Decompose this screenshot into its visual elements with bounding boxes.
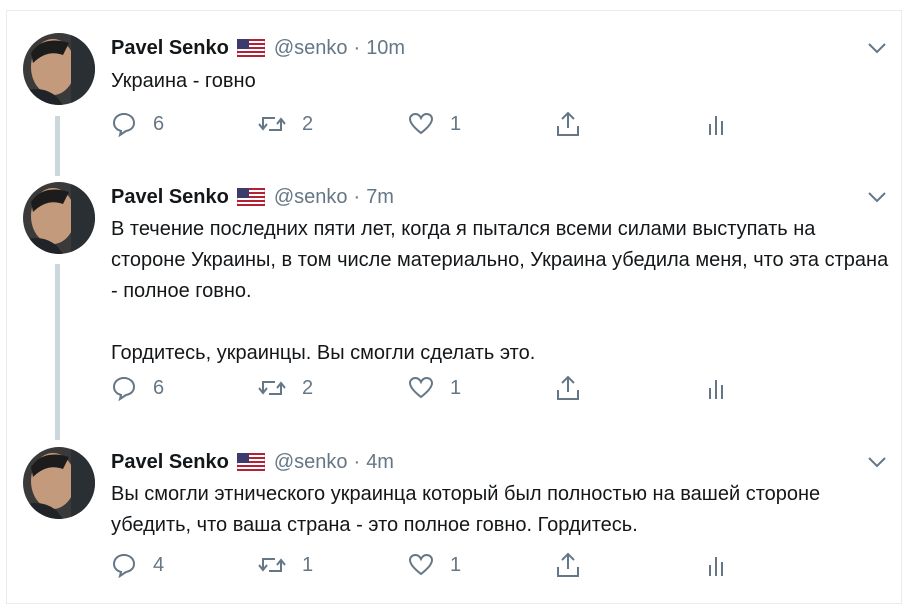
- separator: ·: [353, 185, 361, 208]
- tweet-paragraph: Вы смогли этнического украинца который б…: [111, 483, 826, 536]
- analytics-icon: [709, 116, 723, 135]
- author-handle[interactable]: @senko: [274, 451, 348, 474]
- like-count: 1: [450, 376, 462, 399]
- us-flag-icon: [236, 38, 266, 58]
- retweet-count: 2: [302, 112, 314, 135]
- analytics-button[interactable]: [707, 109, 727, 139]
- share-button[interactable]: [554, 550, 582, 580]
- share-icon: [557, 552, 579, 577]
- avatar[interactable]: [23, 33, 95, 105]
- chevron-down-icon[interactable]: [866, 453, 888, 471]
- heart-icon: [408, 553, 434, 576]
- author-name[interactable]: Pavel Senko: [111, 451, 229, 474]
- share-button[interactable]: [554, 109, 582, 139]
- separator: ·: [353, 36, 361, 59]
- retweet-count: 2: [302, 376, 314, 399]
- reply-button[interactable]: 6: [111, 109, 164, 139]
- like-button[interactable]: 1: [408, 109, 461, 139]
- tweet-text: В течение последних пяти лет, когда я пы…: [111, 214, 891, 369]
- tweet-text: Украина - говно: [111, 66, 891, 97]
- us-flag-icon: [236, 452, 266, 472]
- analytics-icon: [709, 380, 723, 399]
- chevron-down-icon[interactable]: [866, 188, 888, 206]
- reply-icon: [112, 553, 136, 578]
- reply-count: 6: [153, 112, 165, 135]
- timestamp[interactable]: 7m: [366, 186, 394, 209]
- retweet-button[interactable]: 2: [258, 373, 313, 403]
- tweet-paragraph: В течение последних пяти лет, когда я пы…: [111, 218, 894, 302]
- analytics-button[interactable]: [707, 373, 727, 403]
- retweet-icon: [258, 117, 286, 131]
- retweet-icon: [258, 558, 286, 572]
- retweet-button[interactable]: 2: [258, 109, 313, 139]
- timestamp[interactable]: 4m: [366, 451, 394, 474]
- avatar[interactable]: [23, 447, 95, 519]
- reply-count: 4: [153, 553, 165, 576]
- tweet-text: Вы смогли этнического украинца который б…: [111, 479, 891, 541]
- author-handle[interactable]: @senko: [274, 186, 348, 209]
- us-flag-icon: [236, 187, 266, 207]
- retweet-button[interactable]: 1: [258, 550, 313, 580]
- tweet[interactable]: Pavel Senko @senko · 7m В течение послед…: [0, 182, 913, 422]
- tweet-paragraph: Гордитесь, украинцы. Вы смогли сделать э…: [111, 342, 536, 364]
- reply-icon: [112, 112, 136, 137]
- reply-icon: [112, 376, 136, 401]
- analytics-icon: [709, 557, 723, 576]
- like-count: 1: [450, 553, 462, 576]
- reply-button[interactable]: 4: [111, 550, 164, 580]
- analytics-button[interactable]: [707, 550, 727, 580]
- share-icon: [557, 111, 579, 136]
- heart-icon: [408, 112, 434, 135]
- author-name[interactable]: Pavel Senko: [111, 37, 229, 60]
- tweet[interactable]: Pavel Senko @senko · 10m Украина - говно…: [0, 33, 913, 173]
- timestamp[interactable]: 10m: [366, 37, 405, 60]
- share-button[interactable]: [554, 373, 582, 403]
- author-handle[interactable]: @senko: [274, 37, 348, 60]
- reply-button[interactable]: 6: [111, 373, 164, 403]
- heart-icon: [408, 376, 434, 399]
- share-icon: [557, 375, 579, 400]
- author-name[interactable]: Pavel Senko: [111, 186, 229, 209]
- tweet-paragraph: Украина - говно: [111, 70, 256, 92]
- like-count: 1: [450, 112, 462, 135]
- separator: ·: [353, 450, 361, 473]
- chevron-down-icon[interactable]: [866, 39, 888, 57]
- reply-count: 6: [153, 376, 165, 399]
- retweet-count: 1: [302, 553, 314, 576]
- retweet-icon: [258, 381, 286, 395]
- tweet[interactable]: Pavel Senko @senko · 4m Вы смогли этниче…: [0, 447, 913, 597]
- like-button[interactable]: 1: [408, 550, 461, 580]
- like-button[interactable]: 1: [408, 373, 461, 403]
- avatar[interactable]: [23, 182, 95, 254]
